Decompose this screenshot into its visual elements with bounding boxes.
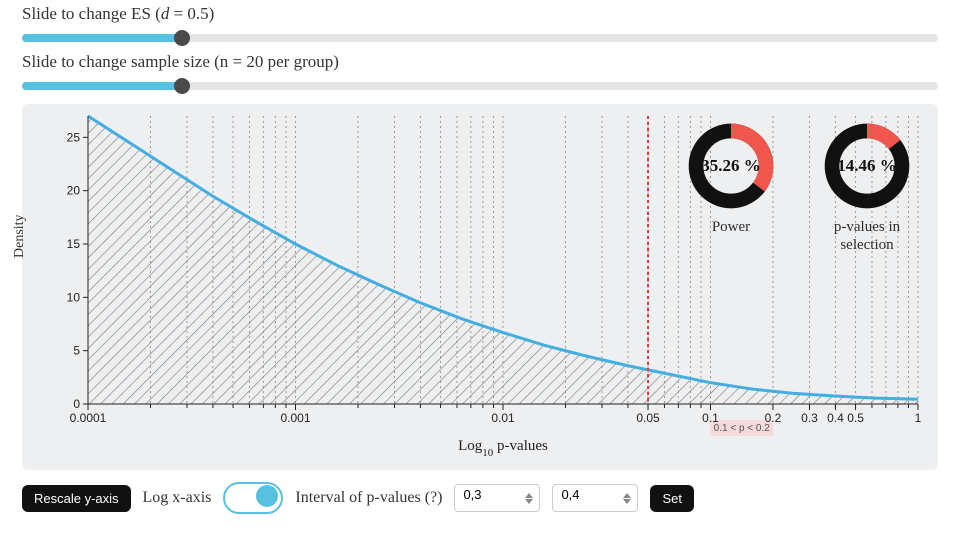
svg-text:15: 15 [67,237,81,251]
slider-thumb[interactable] [174,78,190,94]
slider-thumb[interactable] [174,30,190,46]
psel-donut: 14.46 % p-values in selection [812,120,922,254]
svg-text:10: 10 [67,290,81,304]
toggle-knob [256,485,278,507]
slider-fill [22,34,182,42]
svg-text:0.2: 0.2 [765,411,782,425]
power-donut: 35.26 % Power [676,120,786,254]
svg-text:0.4: 0.4 [827,411,844,425]
plot-panel: Density 0.1 < p < 0.205101520250.00010.0… [22,104,938,470]
svg-text:0.1 < p < 0.2: 0.1 < p < 0.2 [714,423,771,434]
es-slider-block: Slide to change ES (d = 0.5) [22,4,938,46]
logx-label: Log x-axis [143,489,212,507]
svg-text:5: 5 [73,344,80,358]
power-value: 35.26 % [676,156,786,176]
slider-fill [22,82,182,90]
psel-caption: p-values in selection [812,218,922,254]
donut-group: 35.26 % Power 14.46 % p-values in select… [676,120,922,254]
es-slider[interactable] [22,30,938,46]
p-low-field[interactable] [461,486,525,503]
toolbar: Rescale y-axis Log x-axis Interval of p-… [22,482,938,514]
n-slider[interactable] [22,78,938,94]
svg-text:0.001: 0.001 [280,411,310,425]
psel-value: 14.46 % [812,156,922,176]
p-low-input[interactable] [454,484,540,512]
svg-text:20: 20 [67,184,81,198]
power-caption: Power [676,218,786,236]
rescale-y-button[interactable]: Rescale y-axis [22,485,131,512]
interval-label: Interval of p-values (?) [295,489,442,507]
p-high-field[interactable] [559,486,623,503]
svg-text:0.5: 0.5 [847,411,864,425]
svg-text:0.05: 0.05 [636,411,660,425]
svg-text:0.1: 0.1 [702,411,719,425]
svg-text:1: 1 [915,411,922,425]
spinner-icon[interactable] [623,486,635,510]
svg-text:0.3: 0.3 [801,411,818,425]
logx-toggle[interactable] [223,482,283,514]
plot-wrap: Density 0.1 < p < 0.205101520250.00010.0… [32,110,928,456]
svg-text:0.01: 0.01 [491,411,515,425]
n-slider-block: Slide to change sample size (n = 20 per … [22,52,938,94]
svg-text:Log10 p-values: Log10 p-values [458,438,548,456]
es-slider-label: Slide to change ES (d = 0.5) [22,4,938,24]
spinner-icon[interactable] [525,486,537,510]
p-high-input[interactable] [552,484,638,512]
n-slider-label: Slide to change sample size (n = 20 per … [22,52,938,72]
svg-text:0.0001: 0.0001 [70,411,107,425]
svg-text:0: 0 [73,397,80,411]
y-axis-title: Density [12,214,28,258]
svg-text:25: 25 [67,130,81,144]
set-button[interactable]: Set [650,485,694,512]
